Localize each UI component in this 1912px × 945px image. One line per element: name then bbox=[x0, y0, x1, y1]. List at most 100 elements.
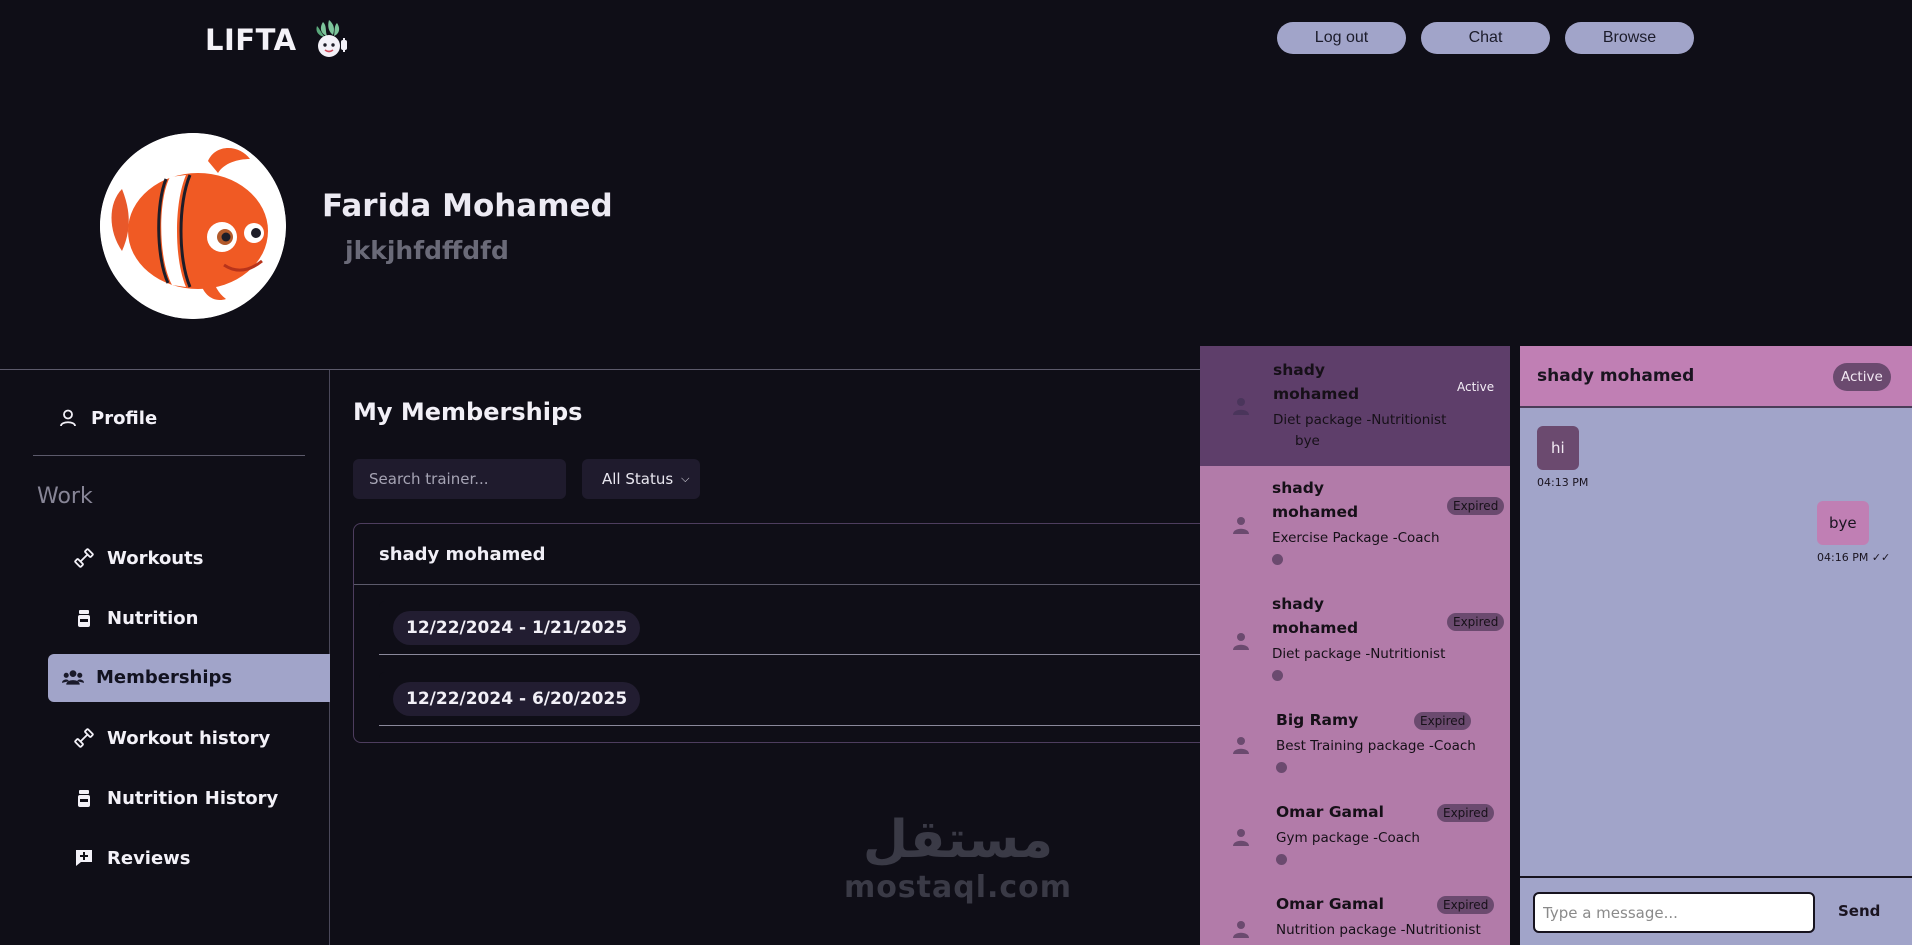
sidebar-section-heading: Work bbox=[37, 484, 93, 509]
status-dot bbox=[1276, 854, 1287, 865]
conversation-item[interactable]: shady mohamed Exercise Package -Coach Ex… bbox=[1200, 466, 1510, 582]
page-title: My Memberships bbox=[353, 398, 583, 426]
membership-card-header[interactable]: shady mohamed bbox=[354, 524, 1212, 585]
person-icon bbox=[1233, 829, 1249, 846]
conversation-name: mohamed bbox=[1273, 385, 1360, 403]
status-filter-select[interactable]: All Status ⌵ bbox=[582, 459, 700, 499]
status-badge: Expired bbox=[1447, 497, 1505, 515]
chat-contact-name: shady mohamed bbox=[1537, 366, 1695, 386]
conversation-package: Nutrition package -Nutritionist bbox=[1276, 922, 1481, 938]
message-timestamp: 04:16 PM ✓✓ bbox=[1817, 551, 1891, 564]
conversation-last-message: bye bbox=[1295, 433, 1320, 449]
chevron-down-icon: ⌵ bbox=[681, 472, 690, 485]
avatar[interactable] bbox=[100, 133, 286, 319]
sidebar: Profile Work Workouts Nutrition Membersh… bbox=[0, 370, 330, 945]
conversation-name: shady bbox=[1272, 479, 1324, 497]
chat-window: shady mohamed Active hi 04:13 PM bye 04:… bbox=[1520, 346, 1912, 945]
conversation-item[interactable]: shady mohamed Diet package -Nutritionist… bbox=[1200, 582, 1510, 698]
watermark-arabic: مستقل bbox=[862, 810, 1054, 870]
dumbbell-icon bbox=[73, 547, 95, 569]
conversation-item[interactable]: shady mohamed Diet package -Nutritionist… bbox=[1200, 346, 1510, 466]
message-bubble-sent: bye bbox=[1817, 501, 1869, 545]
send-button[interactable]: Send bbox=[1838, 902, 1880, 920]
status-filter-value: All Status bbox=[602, 470, 674, 488]
profile-name: Farida Mohamed bbox=[322, 188, 613, 224]
users-icon bbox=[62, 666, 84, 688]
status-badge: Expired bbox=[1437, 804, 1495, 822]
status-dot bbox=[1272, 554, 1283, 565]
watermark-site: mostaql.com bbox=[843, 870, 1073, 905]
sidebar-item-memberships[interactable]: Memberships bbox=[62, 666, 232, 688]
sidebar-item-label: Profile bbox=[91, 407, 158, 429]
message-bubble-received: hi bbox=[1537, 426, 1579, 470]
watermark: مستقل mostaql.com bbox=[838, 810, 1078, 905]
sidebar-divider bbox=[33, 455, 305, 456]
status-dot bbox=[1272, 670, 1283, 681]
browse-button[interactable]: Browse bbox=[1565, 22, 1694, 54]
logo[interactable]: LIFTA bbox=[205, 18, 353, 62]
membership-trainer-name: shady mohamed bbox=[379, 544, 546, 565]
conversation-name: shady bbox=[1273, 361, 1325, 379]
membership-period-row[interactable]: 12/22/2024 - 6/20/2025 bbox=[379, 672, 1214, 726]
clownfish-avatar-image bbox=[100, 133, 286, 319]
profile-bio: jkkjhfdffdfd bbox=[345, 236, 509, 265]
dumbbell-icon bbox=[73, 727, 95, 749]
status-badge: Active bbox=[1457, 380, 1495, 394]
sidebar-item-profile[interactable]: Profile bbox=[57, 407, 157, 429]
search-trainer-input[interactable] bbox=[353, 459, 566, 499]
sidebar-item-nutrition-history[interactable]: Nutrition History bbox=[73, 787, 278, 809]
status-badge: Expired bbox=[1437, 896, 1495, 914]
sidebar-item-label: Nutrition History bbox=[107, 787, 279, 809]
conversation-package: Diet package -Nutritionist bbox=[1272, 646, 1446, 662]
conversation-item[interactable]: Big Ramy Best Training package -Coach Ex… bbox=[1200, 698, 1510, 790]
person-icon bbox=[1233, 398, 1249, 415]
status-badge: Expired bbox=[1447, 613, 1505, 631]
sidebar-item-reviews[interactable]: Reviews bbox=[73, 847, 191, 869]
sidebar-item-label: Nutrition bbox=[107, 607, 199, 629]
membership-card: shady mohamed 12/22/2024 - 1/21/2025 12/… bbox=[353, 523, 1214, 743]
sidebar-item-label: Workout history bbox=[107, 727, 271, 749]
person-icon bbox=[1233, 517, 1249, 534]
membership-period-row[interactable]: 12/22/2024 - 1/21/2025 bbox=[379, 601, 1214, 655]
person-icon bbox=[1233, 633, 1249, 650]
sidebar-item-workouts[interactable]: Workouts bbox=[73, 547, 203, 569]
conversation-package: Gym package -Coach bbox=[1276, 830, 1420, 846]
conversation-name: shady bbox=[1272, 595, 1324, 613]
status-badge: Active bbox=[1833, 363, 1891, 391]
review-icon bbox=[73, 847, 95, 869]
sidebar-item-nutrition[interactable]: Nutrition bbox=[73, 607, 199, 629]
conversation-name: Omar Gamal bbox=[1276, 895, 1384, 913]
person-icon bbox=[1233, 737, 1249, 754]
status-dot bbox=[1276, 762, 1287, 773]
message-input[interactable] bbox=[1533, 892, 1815, 933]
top-bar: LIFTA Log out Chat Browse bbox=[0, 0, 1912, 80]
conversation-package: Exercise Package -Coach bbox=[1272, 530, 1440, 546]
sidebar-item-label: Workouts bbox=[107, 547, 204, 569]
conversation-name: mohamed bbox=[1272, 619, 1359, 637]
app-name: LIFTA bbox=[205, 23, 297, 57]
conversation-package: Diet package -Nutritionist bbox=[1273, 412, 1447, 428]
logout-button[interactable]: Log out bbox=[1277, 22, 1406, 54]
membership-period-badge: 12/22/2024 - 6/20/2025 bbox=[393, 682, 641, 716]
sidebar-item-workout-history[interactable]: Workout history bbox=[73, 727, 270, 749]
sidebar-item-label: Memberships bbox=[96, 666, 233, 688]
conversation-package: Best Training package -Coach bbox=[1276, 738, 1476, 754]
supplement-icon bbox=[73, 607, 95, 629]
conversation-item[interactable]: Omar Gamal Nutrition package -Nutritioni… bbox=[1200, 882, 1510, 945]
conversation-name: Big Ramy bbox=[1276, 711, 1359, 729]
user-icon bbox=[57, 407, 79, 429]
sidebar-item-label: Reviews bbox=[107, 847, 191, 869]
chat-conversation-list[interactable]: shady mohamed Diet package -Nutritionist… bbox=[1200, 346, 1510, 945]
membership-period-badge: 12/22/2024 - 1/21/2025 bbox=[393, 611, 641, 645]
supplement-icon bbox=[73, 787, 95, 809]
person-icon bbox=[1233, 921, 1249, 938]
logo-mascot-icon bbox=[316, 20, 347, 57]
chat-button[interactable]: Chat bbox=[1421, 22, 1550, 54]
chat-header: shady mohamed Active bbox=[1520, 346, 1912, 408]
status-badge: Expired bbox=[1414, 712, 1472, 730]
message-composer: Send bbox=[1520, 876, 1912, 945]
conversation-item[interactable]: Omar Gamal Gym package -Coach Expired bbox=[1200, 790, 1510, 882]
conversation-name: Omar Gamal bbox=[1276, 803, 1384, 821]
conversation-name: mohamed bbox=[1272, 503, 1359, 521]
message-timestamp: 04:13 PM bbox=[1537, 476, 1589, 489]
